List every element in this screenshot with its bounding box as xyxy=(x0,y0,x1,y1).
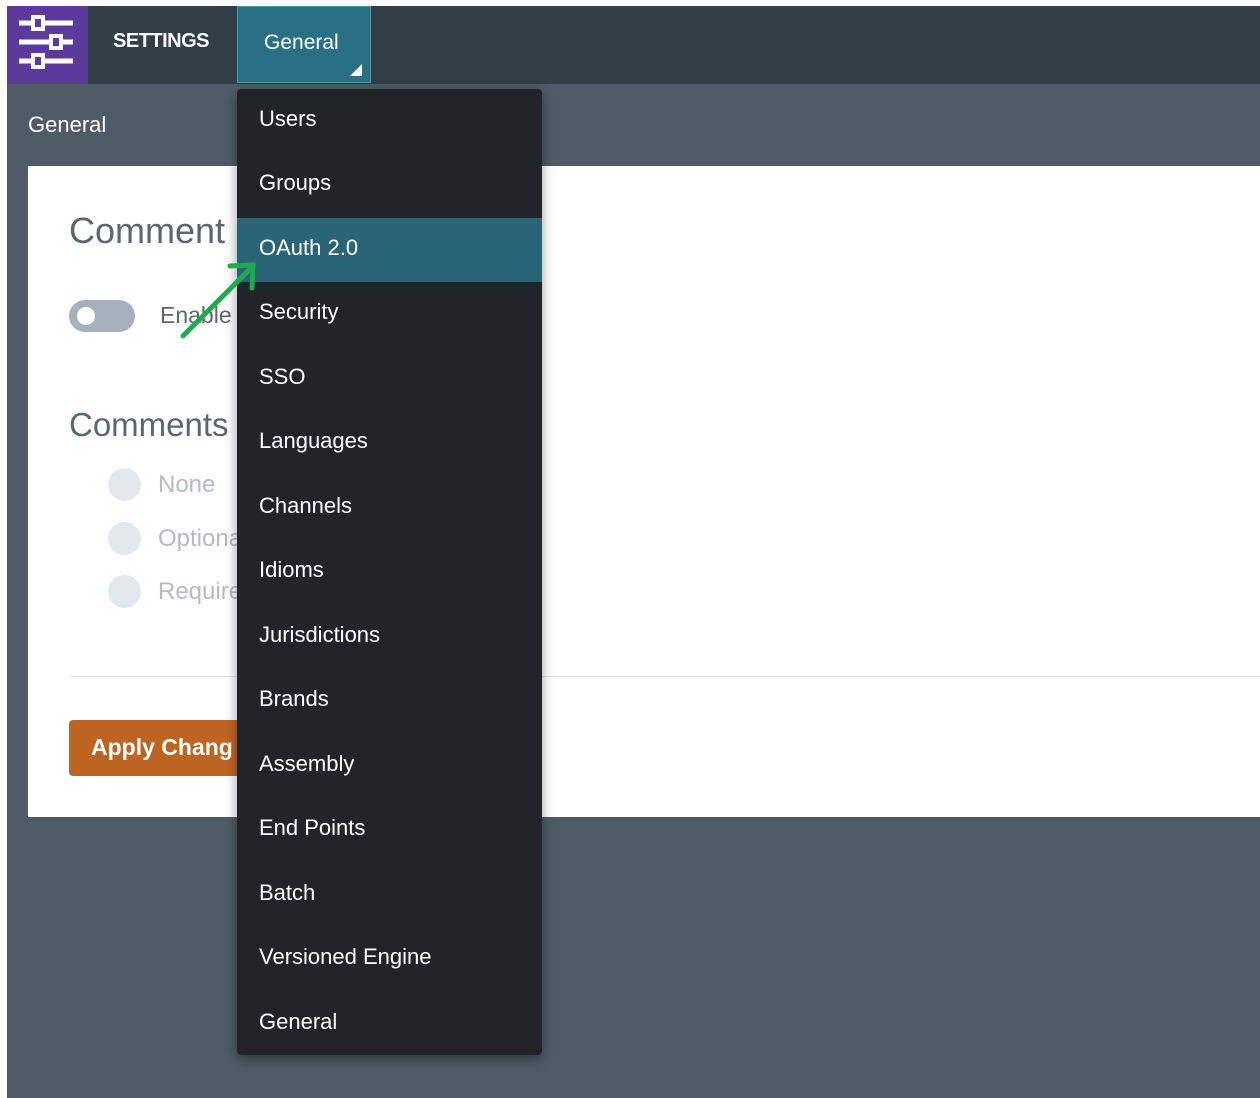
menu-item-label: Assembly xyxy=(259,751,355,776)
radio-label: None xyxy=(158,471,216,498)
menu-item-label: End Points xyxy=(259,815,366,840)
settings-panel: Comment Enable Comments None Optiona Req… xyxy=(28,166,1260,817)
menu-item-label: Batch xyxy=(259,880,316,905)
menu-item-label: SSO xyxy=(259,364,306,389)
menu-item-sso[interactable]: SSO xyxy=(237,347,542,411)
sliders-icon[interactable] xyxy=(7,6,88,84)
menu-item-label: Groups xyxy=(259,170,332,195)
breadcrumb: General xyxy=(28,112,107,137)
menu-item-label: Brands xyxy=(259,686,329,711)
menu-item-assembly[interactable]: Assembly xyxy=(237,734,542,798)
radio-label: Require xyxy=(158,578,243,605)
menu-item-label: Channels xyxy=(259,493,352,518)
menu-item-oauth[interactable]: OAuth 2.0 xyxy=(237,218,542,282)
radio-circle xyxy=(108,522,141,555)
enable-toggle[interactable] xyxy=(69,300,135,332)
menu-item-users[interactable]: Users xyxy=(237,89,542,153)
top-bar: SETTINGS General xyxy=(7,6,1260,84)
menu-item-jurisdictions[interactable]: Jurisdictions xyxy=(237,605,542,669)
section-title-comment: Comment xyxy=(69,210,226,251)
radio-circle xyxy=(108,575,141,608)
app-window: SETTINGS General General Comment Enable … xyxy=(7,6,1260,1098)
menu-item-brands[interactable]: Brands xyxy=(237,669,542,733)
settings-dropdown-menu: Users Groups OAuth 2.0 Security SSO Lang… xyxy=(237,89,542,1055)
radio-circle xyxy=(108,468,141,501)
tab-general-label: General xyxy=(264,31,339,54)
menu-item-end-points[interactable]: End Points xyxy=(237,798,542,862)
menu-item-languages[interactable]: Languages xyxy=(237,411,542,475)
menu-item-label: OAuth 2.0 xyxy=(259,235,359,260)
menu-item-label: Security xyxy=(259,299,339,324)
menu-item-channels[interactable]: Channels xyxy=(237,476,542,540)
menu-item-label: Languages xyxy=(259,428,368,453)
menu-item-idioms[interactable]: Idioms xyxy=(237,540,542,604)
app-title: SETTINGS xyxy=(113,30,210,52)
radio-label: Optiona xyxy=(158,525,243,552)
menu-item-general[interactable]: General xyxy=(237,992,542,1056)
toggle-knob xyxy=(77,307,95,325)
section-title-comments: Comments xyxy=(69,406,229,443)
menu-item-label: Jurisdictions xyxy=(259,622,381,647)
enable-label: Enable xyxy=(160,302,232,328)
dropdown-corner-icon xyxy=(350,64,362,76)
menu-item-batch[interactable]: Batch xyxy=(237,863,542,927)
menu-item-label: Users xyxy=(259,106,317,131)
menu-item-versioned-engine[interactable]: Versioned Engine xyxy=(237,927,542,991)
menu-item-security[interactable]: Security xyxy=(237,282,542,346)
menu-item-label: General xyxy=(259,1009,338,1034)
menu-item-groups[interactable]: Groups xyxy=(237,153,542,217)
menu-item-label: Versioned Engine xyxy=(259,944,432,969)
menu-item-label: Idioms xyxy=(259,557,324,582)
tab-general[interactable]: General xyxy=(237,6,371,83)
apply-label: Apply Chang xyxy=(91,734,233,760)
